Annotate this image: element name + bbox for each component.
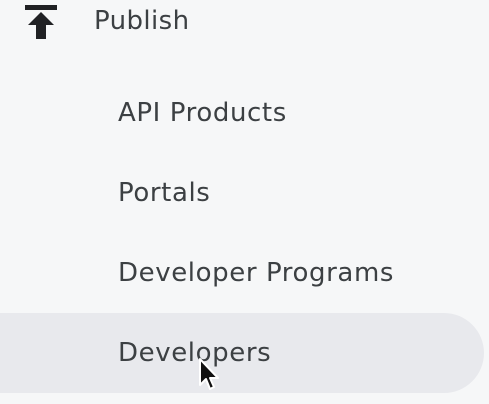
sidebar-item-label: Developers bbox=[118, 338, 272, 368]
sidebar-nav: Publish API Products Portals Developer P… bbox=[0, 0, 489, 404]
sidebar-item-api-products[interactable]: API Products bbox=[0, 73, 484, 153]
sidebar-item-developers[interactable]: Developers bbox=[0, 313, 484, 393]
sidebar-item-portals[interactable]: Portals bbox=[0, 153, 484, 233]
sidebar-item-label: Developer Programs bbox=[118, 258, 395, 288]
sidebar-item-developer-programs[interactable]: Developer Programs bbox=[0, 233, 484, 313]
section-label: Publish bbox=[94, 6, 190, 36]
sidebar-item-label: Portals bbox=[118, 178, 211, 208]
publish-upload-icon bbox=[24, 4, 58, 40]
sidebar-item-label: API Products bbox=[118, 98, 287, 128]
sidebar-section-publish[interactable]: Publish bbox=[0, 0, 489, 42]
